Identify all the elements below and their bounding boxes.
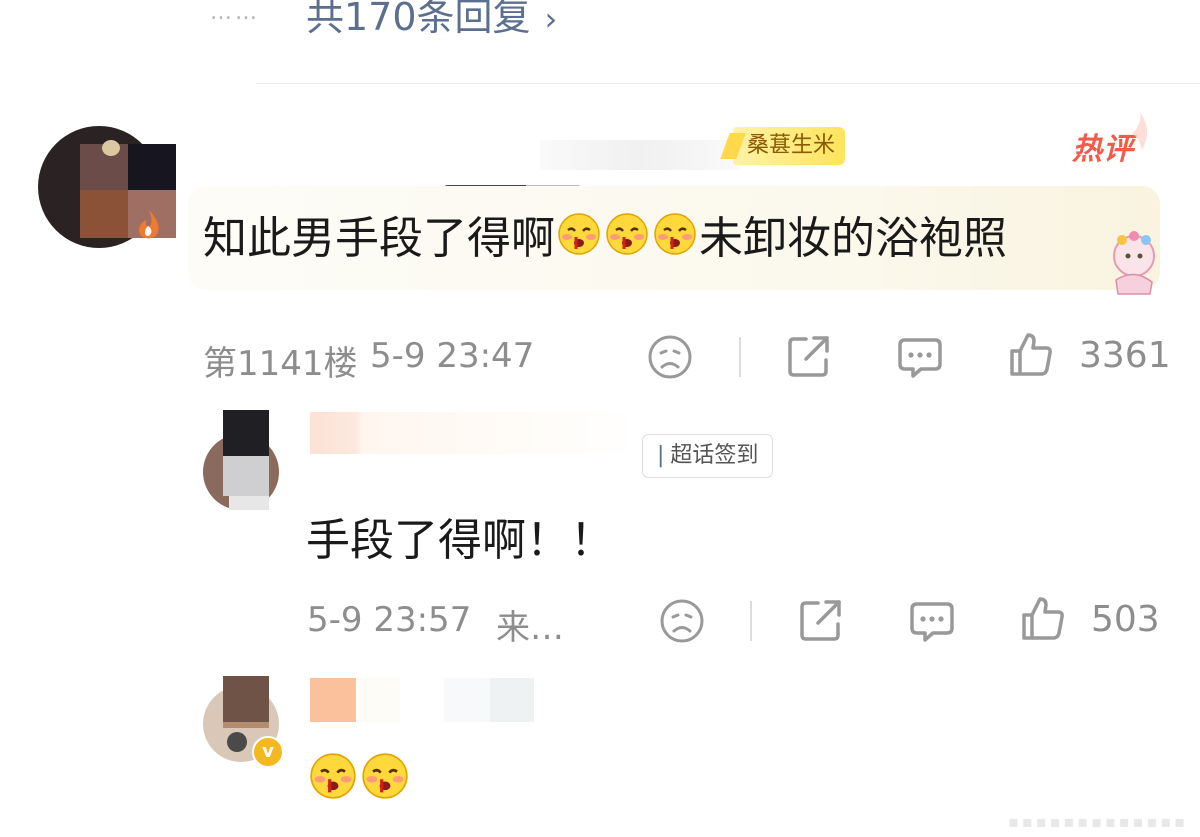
frown-face-icon[interactable] <box>659 598 705 644</box>
comment-card-decoration <box>1113 231 1155 295</box>
ellipsis-dots: …… <box>210 0 260 25</box>
verified-badge-icon: v <box>252 736 284 768</box>
hot-flame-icon <box>1132 112 1148 150</box>
blushing-nosebleed-emoji <box>309 752 357 800</box>
comment-text-part-2: 未卸妆的浴袍照 <box>699 213 1007 264</box>
fire-badge-icon <box>139 210 159 239</box>
blushing-nosebleed-emoji <box>653 212 697 256</box>
username-blurred <box>310 678 534 722</box>
reply-count-label: 共170条回复 <box>306 0 531 39</box>
comment-bubble-icon[interactable] <box>909 598 955 644</box>
thumbs-up-icon[interactable] <box>1008 331 1054 377</box>
divider <box>256 83 1200 84</box>
view-all-replies-link[interactable]: 共170条回复 › <box>306 0 557 41</box>
reply-time: 5-9 23:57 <box>307 600 472 640</box>
comment-text: 知此男手段了得啊 未卸妆的浴袍照 <box>203 202 1007 266</box>
action-separator <box>750 601 752 641</box>
action-separator <box>739 337 741 377</box>
comment-time: 5-9 23:47 <box>370 336 535 376</box>
share-icon[interactable] <box>798 597 844 643</box>
blushing-nosebleed-emoji <box>361 752 409 800</box>
blushing-nosebleed-emoji <box>605 212 649 256</box>
reply-emoji-content <box>307 752 411 800</box>
like-count: 3361 <box>1079 335 1171 376</box>
blushing-nosebleed-emoji <box>557 212 601 256</box>
floor-number: 第1141楼 <box>203 344 358 384</box>
like-count: 503 <box>1091 599 1160 640</box>
fan-medal-badge[interactable]: 桑葚生米 <box>733 127 846 165</box>
topic-checkin-tag-label: 超话签到 <box>670 443 759 468</box>
username-blurred <box>540 140 740 170</box>
share-icon[interactable] <box>786 333 832 379</box>
reply-source: 来… <box>496 608 564 648</box>
comment-text-part-1: 知此男手段了得啊 <box>203 213 555 264</box>
frown-face-icon[interactable] <box>647 334 693 380</box>
thumbs-up-icon[interactable] <box>1020 595 1066 641</box>
reply-text: 手段了得啊！！ <box>306 515 614 566</box>
comment-bubble-icon[interactable] <box>897 334 943 380</box>
watermark: ▪▪▪▪▪▪▪▪▪▪▪▪▪ <box>1008 812 1188 831</box>
username-blurred <box>310 412 640 454</box>
chevron-right-icon: › <box>544 0 558 38</box>
avatar[interactable] <box>203 410 279 510</box>
topic-checkin-tag[interactable]: | 超话签到 <box>642 434 774 478</box>
